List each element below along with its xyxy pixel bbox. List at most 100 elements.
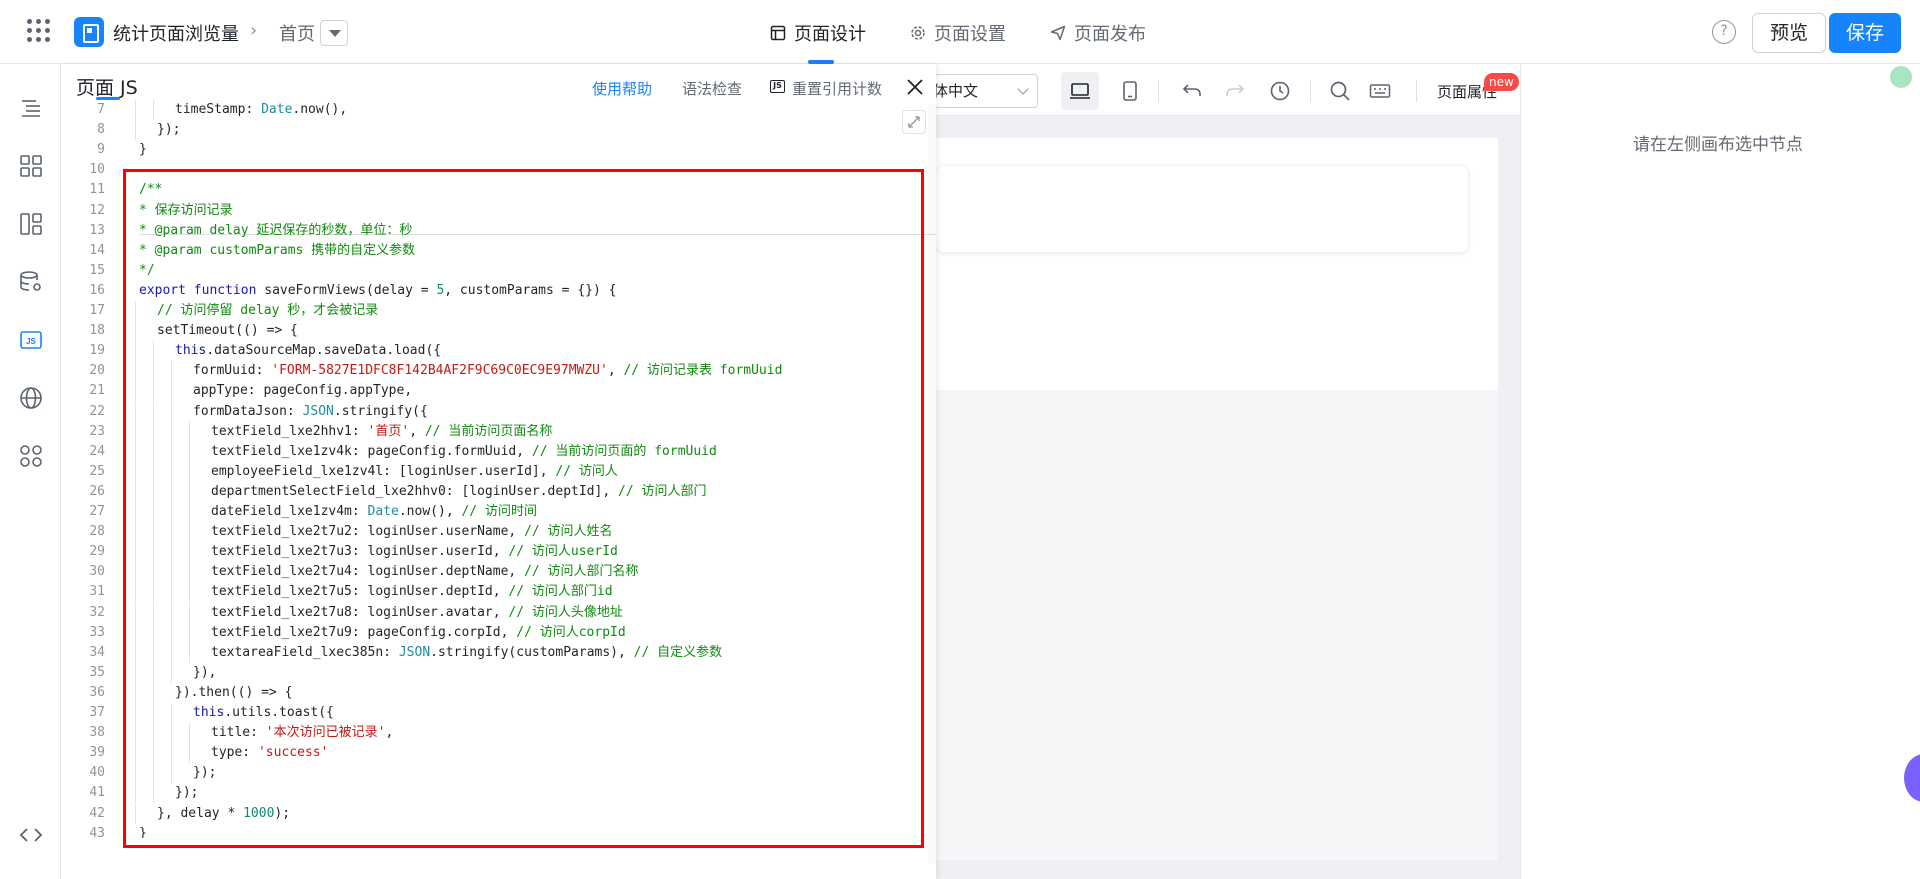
code-line[interactable]: 9}: [61, 140, 921, 160]
line-number: 12: [89, 202, 105, 218]
code-line[interactable]: 10: [61, 160, 921, 180]
code-line[interactable]: 24 textField_lxe1zv4k: pageConfig.formUui…: [61, 441, 921, 462]
templates-icon[interactable]: [19, 212, 43, 236]
code-line[interactable]: 38 title: '本次访问已被记录',: [61, 723, 921, 744]
code-line[interactable]: 35}),: [61, 662, 921, 683]
undo-icon[interactable]: [1181, 80, 1203, 102]
code-token: /**: [139, 182, 163, 198]
keyboard-icon[interactable]: [1369, 80, 1391, 102]
indent-guide: [189, 481, 190, 502]
code-line[interactable]: 13 * @param delay 延迟保存的秒数，单位：秒: [61, 221, 921, 241]
code-line[interactable]: 11 /**: [61, 180, 921, 200]
code-text: formUuid: 'FORM-5827E1DFC8F142B4AF2F9C69…: [193, 361, 782, 381]
history-icon[interactable]: [1269, 80, 1291, 102]
data-source-icon[interactable]: [19, 270, 43, 294]
indent-guide: [189, 723, 190, 744]
app-grid-icon[interactable]: [27, 19, 51, 43]
code-line[interactable]: 31 textField_lxe2t7u5: loginUser.deptId, …: [61, 582, 921, 603]
code-token: saveFormViews(delay =: [264, 282, 437, 298]
reset-reference-count-link[interactable]: 重置引用计数: [792, 78, 882, 99]
code-line[interactable]: 27 dateField_lxe1zv4m: Date.now(), // 访问时…: [61, 502, 921, 522]
code-line[interactable]: 14 * @param customParams 携带的自定义参数: [61, 241, 921, 261]
code-line[interactable]: 21 appType: pageConfig.appType,: [61, 381, 921, 402]
js-code-icon[interactable]: JS: [19, 328, 43, 352]
canvas-card[interactable]: [936, 166, 1468, 252]
breadcrumb-page[interactable]: 首页: [279, 20, 315, 46]
indent-guide: [189, 602, 190, 623]
search-icon[interactable]: [1329, 80, 1351, 102]
app-name[interactable]: 统计页面浏览量: [113, 20, 239, 46]
save-button[interactable]: 保存: [1829, 13, 1901, 53]
close-icon[interactable]: [905, 77, 925, 97]
code-token: // 访问记录表 formUuid: [623, 363, 783, 379]
tab-page-settings[interactable]: 页面设置: [910, 20, 1006, 46]
indent-guide: [171, 582, 172, 603]
tab-page-publish[interactable]: 页面发布: [1050, 20, 1146, 46]
code-line[interactable]: 40});: [61, 763, 921, 784]
code-line[interactable]: 30 textField_lxe2t7u4: loginUser.deptName…: [61, 562, 921, 583]
code-line[interactable]: 39 type: 'success': [61, 743, 921, 764]
code-line[interactable]: 33 textField_lxe2t7u9: pageConfig.corpId,…: [61, 622, 921, 643]
code-text: textField_lxe2hhv1: '首页', // 当前访问页面名称: [211, 422, 552, 442]
indent-guide: [153, 361, 154, 382]
syntax-check-link[interactable]: 语法检查: [682, 78, 742, 99]
code-line[interactable]: 41});: [61, 783, 921, 804]
code-line[interactable]: 43}: [61, 824, 921, 838]
code-token: textField_lxe2t7u4: loginUser.deptName,: [211, 564, 525, 580]
code-line[interactable]: 18 setTimeout(() => {: [61, 321, 921, 342]
code-line[interactable]: 29 textField_lxe2t7u3: loginUser.userId, …: [61, 542, 921, 563]
code-editor[interactable]: 7 timeStamp: Date.now(), 8}); 9} 10 11/** 12 * …: [61, 98, 928, 838]
plugins-icon[interactable]: [19, 444, 43, 468]
help-link[interactable]: 使用帮助: [592, 78, 652, 99]
code-line[interactable]: 25 employeeField_lxe1zv4l: [loginUser.use…: [61, 461, 921, 482]
page-dropdown-button[interactable]: [320, 20, 348, 46]
code-token: title:: [211, 725, 266, 741]
code-token: formUuid:: [193, 363, 272, 379]
editor-scrollbar[interactable]: [928, 104, 936, 864]
code-text: setTimeout(() => {: [157, 321, 298, 341]
mobile-icon[interactable]: [1119, 80, 1141, 102]
code-line[interactable]: 34 textareaField_lxec385n: JSON.stringify…: [61, 642, 921, 663]
code-line[interactable]: 42}, delay * 1000);: [61, 803, 921, 824]
help-icon[interactable]: ?: [1712, 20, 1736, 44]
indent-guide: [171, 763, 172, 784]
code-token: type:: [211, 745, 258, 761]
code-line[interactable]: 26 departmentSelectField_lxe2hhv0: [login…: [61, 481, 921, 502]
code-text: textField_lxe2t7u9: pageConfig.corpId, /…: [211, 623, 626, 643]
tab-page-design[interactable]: 页面设计: [770, 20, 866, 46]
globe-icon[interactable]: [19, 386, 43, 410]
language-select[interactable]: 体中文: [928, 74, 1038, 108]
layout-icon: [770, 25, 786, 41]
code-line[interactable]: 23 textField_lxe2hhv1: '首页', // 当前访问页面名称: [61, 421, 921, 442]
indent-guide: [171, 421, 172, 442]
left-rail: JS: [0, 64, 61, 879]
code-line[interactable]: 15 */: [61, 261, 921, 281]
code-line[interactable]: 36}).then(() => {: [61, 682, 921, 703]
code-line[interactable]: 8});: [61, 120, 921, 141]
preview-button[interactable]: 预览: [1752, 13, 1826, 53]
outline-tree-icon[interactable]: [19, 96, 43, 120]
code-line[interactable]: 19 this.dataSourceMap.saveData.load({: [61, 341, 921, 362]
code-token: export: [139, 282, 194, 298]
code-line[interactable]: 22 formDataJson: JSON.stringify({: [61, 401, 921, 422]
code-line[interactable]: 37 this.utils.toast({: [61, 703, 921, 723]
line-number: 33: [89, 624, 105, 640]
code-text: textField_lxe2t7u3: loginUser.userId, //…: [211, 542, 618, 562]
code-text: textField_lxe1zv4k: pageConfig.formUuid,…: [211, 442, 717, 462]
code-text: // 访问停留 delay 秒，才会被记录: [157, 301, 378, 321]
redo-icon[interactable]: [1224, 80, 1246, 102]
code-line[interactable]: 16 export function saveFormViews(delay = …: [61, 281, 921, 301]
code-line[interactable]: 12 * 保存访问记录: [61, 201, 921, 221]
desktop-icon[interactable]: [1069, 80, 1091, 102]
source-code-icon[interactable]: [19, 823, 43, 847]
code-line[interactable]: 20 formUuid: 'FORM-5827E1DFC8F142B4AF2F9C…: [61, 361, 921, 382]
line-number: 24: [89, 443, 105, 459]
indent-guide: [171, 522, 172, 543]
code-token: .stringify(customParams),: [430, 644, 634, 660]
code-line[interactable]: 17 // 访问停留 delay 秒，才会被记录: [61, 301, 921, 321]
components-icon[interactable]: [19, 154, 43, 178]
code-line[interactable]: 32 textField_lxe2t7u8: loginUser.avatar, …: [61, 602, 921, 623]
code-line[interactable]: 7 timeStamp: Date.now(),: [61, 100, 921, 120]
code-line[interactable]: 28 textField_lxe2t7u2: loginUser.userName…: [61, 522, 921, 543]
code-token: textField_lxe2t7u2: loginUser.userName,: [211, 524, 525, 540]
